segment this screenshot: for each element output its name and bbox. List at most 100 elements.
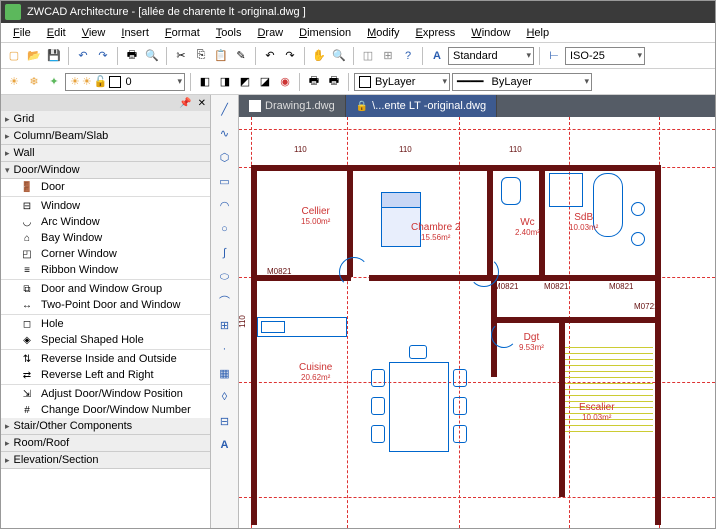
paste-icon[interactable]: 📋 (212, 47, 230, 65)
panel-item-two-point-door-and-window[interactable]: ↔Two-Point Door and Window (1, 297, 210, 313)
print-icon[interactable]: 🖶 (123, 47, 141, 65)
panel-pin-icon[interactable]: 📌 (179, 98, 191, 109)
panel-item-bay-window[interactable]: ⌂Bay Window (1, 230, 210, 246)
toolbar-standard: ▢ 📂 💾 ↶ ↷ 🖶 🔍 ✂ ⎘ 📋 ✎ ↶ ↷ ✋ 🔍 ◫ ⊞ ? A St… (1, 43, 715, 69)
panel-section-elevation-section[interactable]: ▸Elevation/Section (1, 452, 210, 469)
misc2-icon[interactable]: ⊞ (379, 47, 397, 65)
menu-dimension[interactable]: Dimension (291, 25, 359, 41)
menu-window[interactable]: Window (463, 25, 518, 41)
rect-tool-icon[interactable]: ▭ (215, 171, 235, 191)
new-icon[interactable]: ▢ (5, 47, 23, 65)
dim-style-icon[interactable]: ⊢ (545, 47, 563, 65)
match-icon[interactable]: ✎ (232, 47, 250, 65)
door-icon: 🚪 (19, 181, 35, 193)
layer2-icon[interactable]: ❄ (25, 73, 43, 91)
arc-tool-icon[interactable]: ◠ (215, 195, 235, 215)
block-tool-icon[interactable]: ⊞ (215, 315, 235, 335)
menu-edit[interactable]: Edit (39, 25, 74, 41)
menu-draw[interactable]: Draw (249, 25, 291, 41)
plot2-icon[interactable]: 🖶 (325, 73, 343, 91)
panel-item-door-and-window-group[interactable]: ⧉Door and Window Group (1, 281, 210, 297)
table-tool-icon[interactable]: ⊟ (215, 411, 235, 431)
menu-insert[interactable]: Insert (113, 25, 157, 41)
open-icon[interactable]: 📂 (25, 47, 43, 65)
text-style-dropdown[interactable]: Standard (448, 47, 534, 65)
text-tool-icon[interactable]: A (215, 435, 235, 455)
room-label-dgt: Dgt9.53m² (519, 332, 544, 352)
color-dropdown[interactable]: ByLayer (354, 73, 450, 91)
menu-bar: File Edit View Insert Format Tools Draw … (1, 23, 715, 43)
lm4-icon[interactable]: ◪ (256, 73, 274, 91)
preview-icon[interactable]: 🔍 (143, 47, 161, 65)
drawing-canvas[interactable]: 110 110 110 110 M0821 M0821 M0821 M0821 … (239, 117, 715, 528)
panel-section-column-beam-slab[interactable]: ▸Column/Beam/Slab (1, 128, 210, 145)
region-tool-icon[interactable]: ◊ (215, 387, 235, 407)
panel-item-door[interactable]: 🚪Door (1, 179, 210, 195)
dim-style-dropdown[interactable]: ISO-25 (565, 47, 645, 65)
menu-format[interactable]: Format (157, 25, 208, 41)
hatch-tool-icon[interactable]: ▦ (215, 363, 235, 383)
panel-section-stair-other-components[interactable]: ▸Stair/Other Components (1, 418, 210, 435)
canvas-area: Drawing1.dwg 🔒 \...ente LT -original.dwg… (239, 95, 715, 528)
save-icon[interactable]: 💾 (45, 47, 63, 65)
lm2-icon[interactable]: ◨ (216, 73, 234, 91)
circle-tool-icon[interactable]: ○ (215, 219, 235, 239)
menu-modify[interactable]: Modify (359, 25, 407, 41)
panel-section-door-window[interactable]: ▾Door/Window (1, 162, 210, 179)
redo2-icon[interactable]: ↷ (281, 47, 299, 65)
window-icon: ⊟ (19, 200, 35, 212)
panel-item-special-shaped-hole[interactable]: ◈Special Shaped Hole (1, 332, 210, 348)
dim-top-3: 110 (509, 145, 522, 154)
lm3-icon[interactable]: ◩ (236, 73, 254, 91)
help-icon[interactable]: ? (399, 47, 417, 65)
layer-dropdown[interactable]: ☀ ☀ 🔓 0 (65, 73, 185, 91)
menu-file[interactable]: File (5, 25, 39, 41)
panel-item-corner-window[interactable]: ◰Corner Window (1, 246, 210, 262)
panel-close-icon[interactable]: ✕ (198, 98, 206, 109)
doc-tab-2[interactable]: 🔒 \...ente LT -original.dwg (346, 95, 497, 117)
menu-express[interactable]: Express (408, 25, 464, 41)
panel-item-adjust-door-window-position[interactable]: ⇲Adjust Door/Window Position (1, 386, 210, 402)
panel-item-arc-window[interactable]: ◡Arc Window (1, 214, 210, 230)
doc-tab-1[interactable]: Drawing1.dwg (239, 95, 346, 117)
dim-top-2: 110 (399, 145, 412, 154)
panel-item-window[interactable]: ⊟Window (1, 198, 210, 214)
menu-view[interactable]: View (74, 25, 114, 41)
point-tool-icon[interactable]: · (215, 339, 235, 359)
linetype-dropdown[interactable]: ━━━━ ByLayer (452, 73, 592, 91)
pan-icon[interactable]: ✋ (310, 47, 328, 65)
text-style-icon[interactable]: A (428, 47, 446, 65)
ellipse-tool-icon[interactable]: ⬭ (215, 267, 235, 287)
title-bar: ZWCAD Architecture - [allée de charente … (1, 1, 715, 23)
menu-tools[interactable]: Tools (208, 25, 250, 41)
cut-icon[interactable]: ✂ (172, 47, 190, 65)
pline-tool-icon[interactable]: ∿ (215, 123, 235, 143)
panel-item-reverse-left-and-right[interactable]: ⇄Reverse Left and Right (1, 367, 210, 383)
line-tool-icon[interactable]: ╱ (215, 99, 235, 119)
copy-icon[interactable]: ⎘ (192, 47, 210, 65)
panel-section-wall[interactable]: ▸Wall (1, 145, 210, 162)
spline-tool-icon[interactable]: ∫ (215, 243, 235, 263)
workspace: 📌 ✕ ▸Grid▸Column/Beam/Slab▸Wall▾Door/Win… (1, 95, 715, 528)
polygon-tool-icon[interactable]: ⬡ (215, 147, 235, 167)
misc1-icon[interactable]: ◫ (359, 47, 377, 65)
lm5-icon[interactable]: ◉ (276, 73, 294, 91)
ellipse-arc-tool-icon[interactable]: ⌒ (215, 291, 235, 311)
zoom-icon[interactable]: 🔍 (330, 47, 348, 65)
layer3-icon[interactable]: ✦ (45, 73, 63, 91)
panel-section-grid[interactable]: ▸Grid (1, 111, 210, 128)
layer1-icon[interactable]: ☀ (5, 73, 23, 91)
plot1-icon[interactable]: 🖶 (305, 73, 323, 91)
panel-section-room-roof[interactable]: ▸Room/Roof (1, 435, 210, 452)
undo-icon[interactable]: ↶ (74, 47, 92, 65)
undo2-icon[interactable]: ↶ (261, 47, 279, 65)
reverse-io-icon: ⇅ (19, 353, 35, 365)
redo-icon[interactable]: ↷ (94, 47, 112, 65)
menu-help[interactable]: Help (518, 25, 557, 41)
panel-item-change-door-window-number[interactable]: #Change Door/Window Number (1, 402, 210, 418)
panel-item-ribbon-window[interactable]: ≡Ribbon Window (1, 262, 210, 278)
lm1-icon[interactable]: ◧ (196, 73, 214, 91)
panel-item-hole[interactable]: ◻Hole (1, 316, 210, 332)
panel-item-reverse-inside-and-outside[interactable]: ⇅Reverse Inside and Outside (1, 351, 210, 367)
room-label-cellier: Cellier15.00m² (301, 206, 330, 226)
